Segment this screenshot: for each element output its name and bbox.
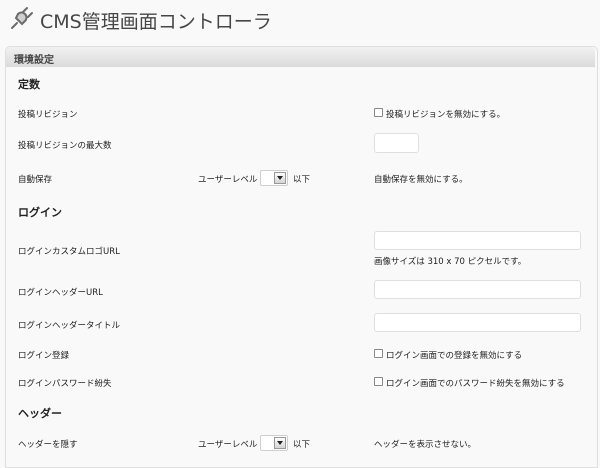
panel-title: 環境設定 <box>14 55 54 66</box>
header-hide-note: ヘッダーを表示させない。 <box>374 440 477 450</box>
login-lost-password-label: ログインパスワード紛失 <box>18 379 112 389</box>
revision-label: 投稿リビジョン <box>18 110 78 120</box>
chevron-down-icon[interactable] <box>274 172 286 184</box>
login-register-disable-label: ログイン画面での登録を無効にする <box>386 351 523 361</box>
header-level-label: ユーザーレベル <box>198 440 258 450</box>
chevron-down-icon[interactable] <box>274 437 286 449</box>
autosave-level-label: ユーザーレベル <box>198 175 258 185</box>
login-logo-url-label: ログインカスタムロゴURL <box>18 247 120 257</box>
panel-header <box>6 47 595 67</box>
login-lost-password-disable-label: ログイン画面でのパスワード紛失を無効にする <box>386 379 565 389</box>
header-level-select[interactable] <box>260 435 288 451</box>
revision-disable-label: 投稿リビジョンを無効にする。 <box>386 110 506 120</box>
revision-disable-checkbox[interactable] <box>374 108 383 117</box>
autosave-label: 自動保存 <box>18 175 53 185</box>
login-lost-password-disable-checkbox[interactable] <box>374 377 383 386</box>
section-heading-login: ログイン <box>18 206 62 219</box>
revision-max-label: 投稿リビジョンの最大数 <box>18 141 112 151</box>
section-heading-header: ヘッダー <box>18 407 62 420</box>
header-hide-label: ヘッダーを隠す <box>18 440 78 450</box>
login-logo-url-input[interactable] <box>374 231 581 250</box>
autosave-disable-note: 自動保存を無効にする。 <box>374 175 468 185</box>
page-title: CMS管理画面コントローラ <box>40 11 272 33</box>
plug-icon <box>11 7 33 29</box>
login-header-title-input[interactable] <box>374 313 581 332</box>
login-header-url-input[interactable] <box>374 280 581 299</box>
login-header-url-label: ログインヘッダーURL <box>18 288 103 298</box>
autosave-level-suffix: 以下 <box>293 175 311 185</box>
login-header-title-label: ログインヘッダータイトル <box>18 321 121 331</box>
autosave-level-select[interactable] <box>260 170 288 186</box>
revision-max-input[interactable] <box>374 133 419 153</box>
header-level-suffix: 以下 <box>293 440 311 450</box>
section-heading-constants: 定数 <box>18 78 40 91</box>
login-register-disable-checkbox[interactable] <box>374 349 383 358</box>
login-logo-size-note: 画像サイズは 310 x 70 ピクセルです。 <box>374 257 527 267</box>
login-register-label: ログイン登録 <box>18 351 70 361</box>
